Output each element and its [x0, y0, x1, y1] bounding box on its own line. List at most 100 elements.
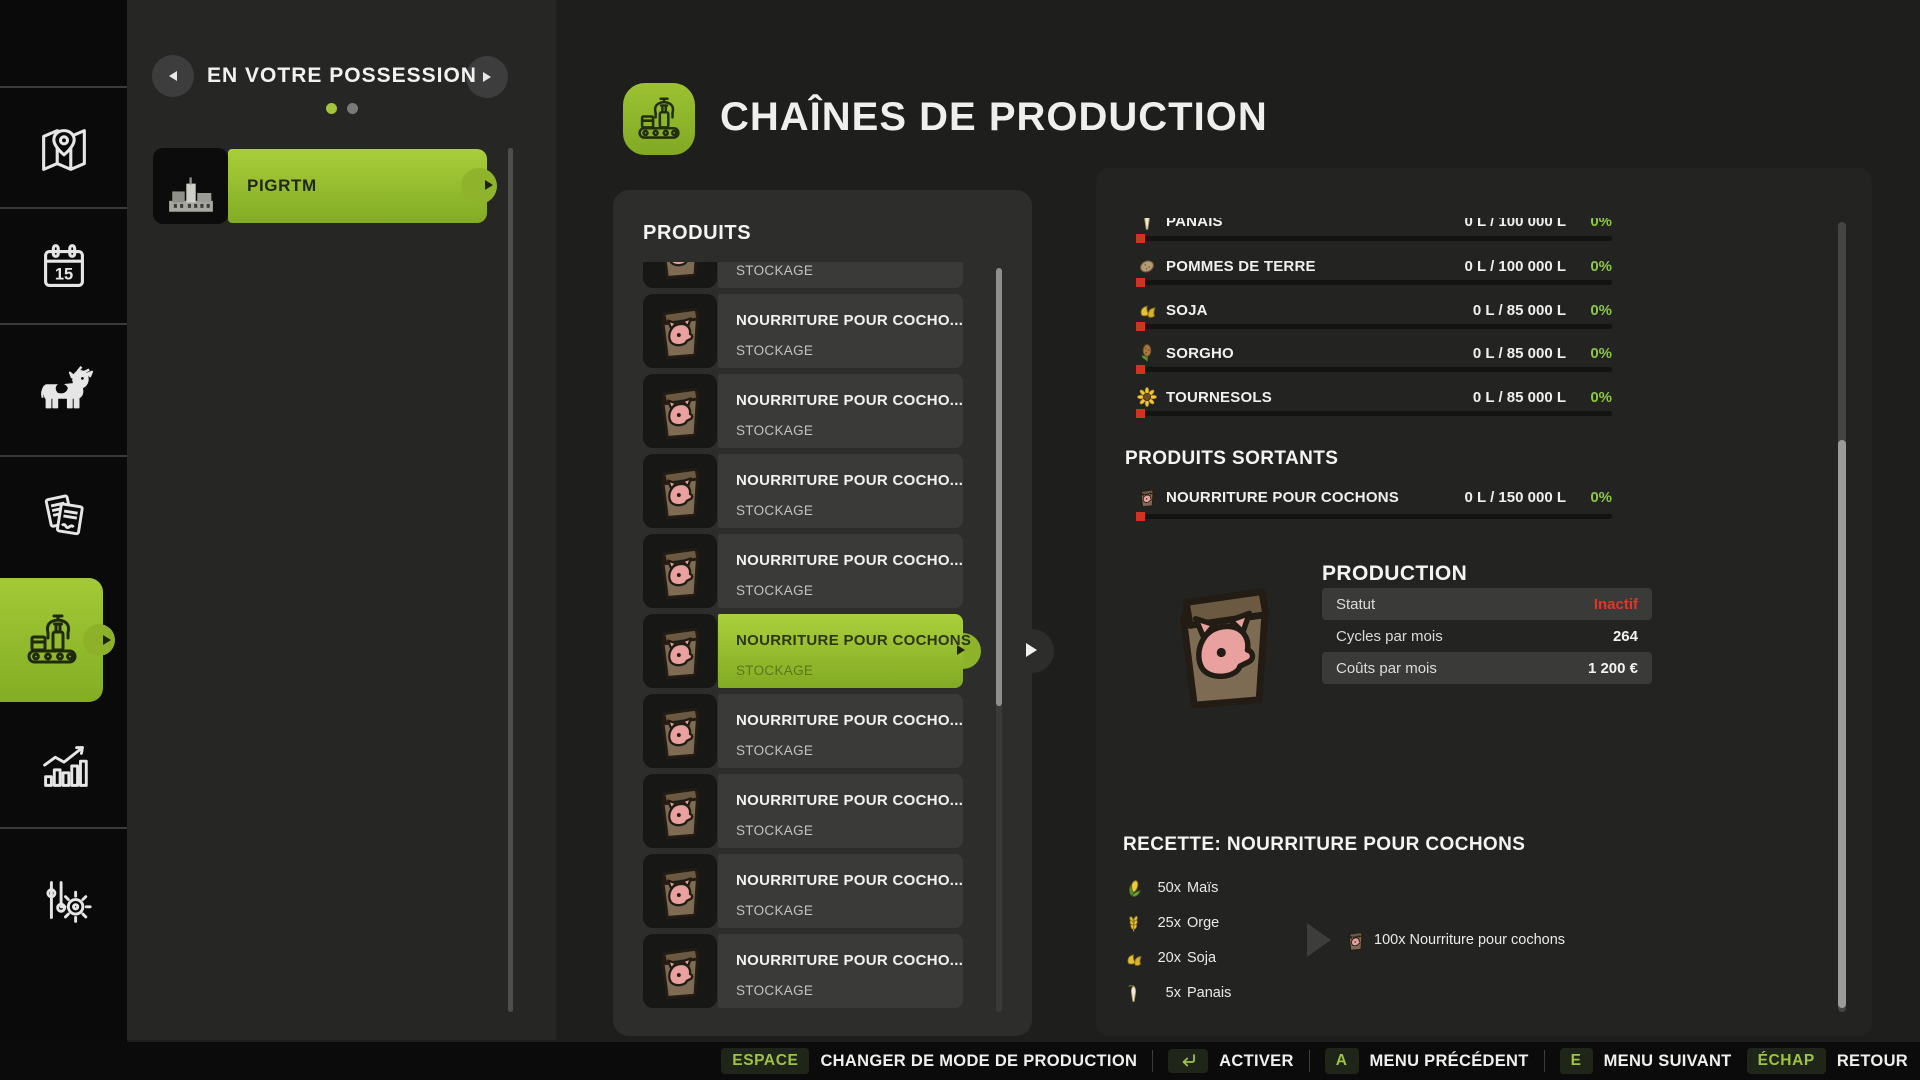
storage-percent: 0% [1578, 345, 1612, 362]
product-item-subtitle: STOCKAGE [736, 343, 813, 358]
products-scrollbar-thumb[interactable] [996, 268, 1002, 706]
pig-feed-bag-icon [1347, 929, 1364, 952]
ingredient-qty: 5x [1149, 985, 1181, 1001]
products-panel: PRODUITS NOURRITURE POUR COCHO... STOCKA… [613, 190, 1032, 1036]
possession-prev-button[interactable] [152, 55, 194, 97]
storage-name: POMMES DE TERRE [1166, 258, 1316, 275]
main-menu-sidebar: 15 [0, 0, 127, 1080]
ingredient-qty: 50x [1149, 880, 1181, 896]
space-key[interactable]: ESPACE [721, 1048, 809, 1074]
pig-feed-bag-icon [1170, 570, 1278, 716]
pig-feed-bag-icon [643, 934, 717, 1008]
storage-value: 0 L / 85 000 L [1473, 389, 1566, 406]
storage-bar [1136, 280, 1612, 285]
possession-panel: EN VOTRE POSSESSION PIGRTM [127, 0, 556, 1040]
recipe-output-label: 100x Nourriture pour cochons [1374, 932, 1565, 948]
output-name: NOURRITURE POUR COCHONS [1166, 489, 1399, 506]
product-list-item[interactable]: NOURRITURE POUR COCHO... STOCKAGE [643, 854, 988, 928]
product-item-title: NOURRITURE POUR COCHO... [736, 392, 963, 409]
sidebar-item-calendar[interactable]: 15 [0, 213, 127, 323]
building-icon [158, 168, 224, 218]
product-image [1170, 570, 1278, 721]
product-list-item[interactable]: NOURRITURE POUR COCHO... STOCKAGE [643, 934, 988, 1008]
product-item-subtitle: STOCKAGE [736, 583, 813, 598]
sidebar-item-animals[interactable] [0, 335, 127, 445]
divider [0, 86, 127, 88]
storage-percent: 0% [1578, 389, 1612, 406]
product-list-item[interactable]: NOURRITURE POUR COCHO... STOCKAGE [643, 774, 988, 848]
soybean-icon [1136, 299, 1158, 321]
row-label: Coûts par mois [1336, 660, 1437, 677]
product-list-item[interactable]: NOURRITURE POUR COCHO... STOCKAGE [643, 262, 988, 288]
storage-row: POMMES DE TERRE 0 L / 100 000 L 0% [1136, 255, 1612, 277]
product-list-item-selected[interactable]: NOURRITURE POUR COCHONS STOCKAGE [643, 614, 988, 688]
hint-previous-menu[interactable]: A MENU PRÉCÉDENT [1325, 1048, 1529, 1074]
production-icon [632, 92, 686, 146]
product-list-item[interactable]: NOURRITURE POUR COCHO... STOCKAGE [643, 374, 988, 448]
product-item-subtitle: STOCKAGE [736, 263, 813, 278]
product-item-subtitle: STOCKAGE [736, 823, 813, 838]
product-item-title: NOURRITURE POUR COCHO... [736, 312, 963, 329]
storage-bar [1136, 411, 1612, 416]
building-thumbnail [153, 148, 228, 224]
detail-scrollbar[interactable] [1838, 222, 1846, 1012]
detail-scrollbar-thumb[interactable] [1838, 440, 1846, 1008]
enter-key[interactable] [1168, 1049, 1208, 1073]
sidebar-item-statistics[interactable] [0, 711, 127, 821]
hint-activate[interactable]: ACTIVER [1168, 1049, 1294, 1073]
product-list-item[interactable]: NOURRITURE POUR COCHO... STOCKAGE [643, 694, 988, 768]
storage-percent: 0% [1578, 218, 1612, 230]
product-item-subtitle: STOCKAGE [736, 983, 813, 998]
sidebar-item-production-active[interactable] [0, 578, 103, 702]
hint-back[interactable]: ÉCHAP RETOUR [1747, 1048, 1908, 1074]
hint-next-menu[interactable]: E MENU SUIVANT [1560, 1048, 1732, 1074]
storage-row: SOJA 0 L / 85 000 L 0% [1136, 299, 1612, 321]
pig-feed-bag-icon [643, 534, 717, 608]
storage-row: TOURNESOLS 0 L / 85 000 L 0% [1136, 386, 1612, 408]
bar-marker [1136, 322, 1145, 331]
product-list-item[interactable]: NOURRITURE POUR COCHO... STOCKAGE [643, 454, 988, 528]
potato-icon [1136, 255, 1158, 277]
storage-row: PANAIS 0 L / 100 000 L 0% [1136, 218, 1612, 232]
table-row: Cycles par mois 264 [1322, 620, 1652, 652]
storage-value: 0 L / 85 000 L [1473, 345, 1566, 362]
product-list-item[interactable]: NOURRITURE POUR COCHO... STOCKAGE [643, 294, 988, 368]
possession-title: EN VOTRE POSSESSION [197, 64, 487, 88]
storage-bar [1136, 324, 1612, 329]
sidebar-item-finances[interactable] [0, 845, 127, 955]
calendar-day: 15 [54, 266, 72, 284]
escape-key[interactable]: ÉCHAP [1747, 1048, 1826, 1074]
product-list-item[interactable]: NOURRITURE POUR COCHO... STOCKAGE [643, 534, 988, 608]
storage-value: 0 L / 100 000 L [1465, 218, 1566, 230]
storage-percent: 0% [1578, 258, 1612, 275]
product-item-title: NOURRITURE POUR COCHO... [736, 952, 963, 969]
products-panel-title: PRODUITS [643, 222, 751, 245]
divider [0, 323, 127, 325]
a-key[interactable]: A [1325, 1048, 1359, 1074]
cow-icon [33, 359, 95, 421]
products-scrollbar[interactable] [996, 268, 1002, 1012]
ingredient-name: Panais [1187, 985, 1231, 1001]
next-panel-arrow-icon[interactable] [1026, 643, 1037, 657]
possession-scrollbar[interactable] [508, 148, 513, 1012]
output-percent: 0% [1578, 489, 1612, 506]
sidebar-item-map[interactable] [0, 95, 127, 205]
parsnip-icon [1136, 218, 1158, 232]
bar-marker [1136, 234, 1145, 243]
map-icon [33, 119, 95, 181]
owned-item-label: PIGRTM [247, 176, 317, 196]
hint-label: MENU SUIVANT [1604, 1052, 1732, 1071]
output-value: 0 L / 150 000 L [1465, 489, 1566, 506]
hint-change-production-mode[interactable]: ESPACE CHANGER DE MODE DE PRODUCTION [721, 1048, 1137, 1074]
storage-bar [1136, 236, 1612, 241]
product-item-title: NOURRITURE POUR COCHONS [736, 632, 971, 649]
bar-marker [1136, 409, 1145, 418]
production-detail-content: PANAIS 0 L / 100 000 L 0% POMMES DE TERR… [1100, 218, 1845, 1036]
e-key[interactable]: E [1560, 1048, 1593, 1074]
owned-production-item[interactable]: PIGRTM [153, 148, 513, 224]
hint-label: RETOUR [1837, 1052, 1908, 1071]
hint-label: CHANGER DE MODE DE PRODUCTION [820, 1052, 1137, 1071]
pig-feed-bag-icon [643, 854, 717, 928]
sidebar-item-contracts[interactable] [0, 460, 127, 570]
stats-icon [33, 735, 95, 797]
